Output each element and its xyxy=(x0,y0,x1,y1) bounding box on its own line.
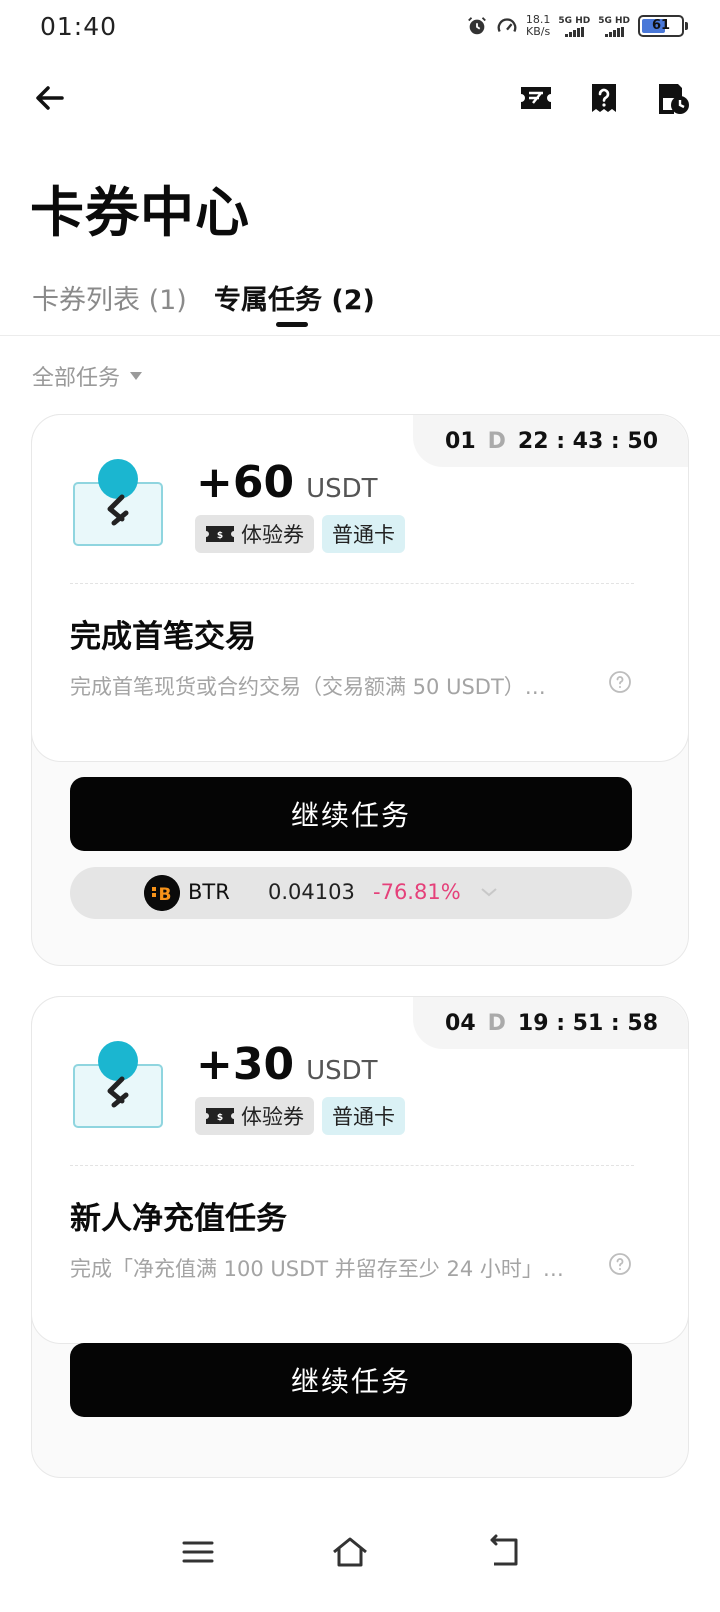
signal-bars-icon xyxy=(604,26,624,37)
tab-bar: 卡券列表 (1) 专属任务 (2) xyxy=(0,270,720,336)
task-description: 完成「净充值满 100 USDT 并留存至少 24 小时」… xyxy=(70,1257,564,1281)
sim2-label: 5G HD xyxy=(598,15,630,26)
page-title: 卡券中心 xyxy=(30,181,250,244)
task-card-body: 04 D 19 : 51 : 58 +30 USDT $ 体验券 普通卡 新人净… xyxy=(31,996,689,1344)
home-icon[interactable] xyxy=(330,1534,370,1570)
signal-bars-icon xyxy=(564,26,584,37)
svg-text:$: $ xyxy=(217,531,223,541)
task-card-body: 01 D 22 : 43 : 50 +60 USDT $ 体验券 普通卡 完成首… xyxy=(31,414,689,762)
task-title: 完成首笔交易 xyxy=(70,619,256,655)
data-saver-icon xyxy=(497,18,517,33)
tag-experience-label: 体验券 xyxy=(241,523,304,547)
countdown-days: 04 xyxy=(445,1010,476,1036)
coupon-card-icon xyxy=(73,459,163,546)
battery-icon: 61 xyxy=(638,15,688,37)
countdown-time: 22 : 43 : 50 xyxy=(517,428,658,454)
svg-text:$: $ xyxy=(217,1113,223,1123)
net-speed: 18.1 KB/s xyxy=(526,14,551,38)
net-speed-unit: KB/s xyxy=(526,25,551,38)
alarm-icon xyxy=(468,17,486,35)
ticket-icon: $ xyxy=(206,1108,234,1124)
ticker-price: 0.04103 xyxy=(268,880,355,904)
sim1-label: 5G HD xyxy=(558,15,591,26)
task-card: 04 D 19 : 51 : 58 +30 USDT $ 体验券 普通卡 新人净… xyxy=(31,996,689,1478)
history-icon[interactable] xyxy=(654,80,690,116)
price-ticker[interactable]: B BTR 0.04103 -76.81% xyxy=(70,867,632,919)
tab-active-indicator xyxy=(276,322,308,327)
divider xyxy=(70,583,634,584)
divider xyxy=(70,1165,634,1166)
tag-card-label: 普通卡 xyxy=(332,1105,395,1129)
tag-card-type: 普通卡 xyxy=(322,1097,405,1135)
battery-tip xyxy=(685,22,688,30)
reward-value: +60 xyxy=(196,457,295,508)
back-icon[interactable] xyxy=(486,1534,526,1570)
tag-experience: $ 体验券 xyxy=(195,1097,314,1135)
reward-amount: +30 USDT xyxy=(196,1039,378,1090)
tab-coupon-list[interactable]: 卡券列表 (1) xyxy=(32,278,187,317)
btr-token-logo-icon: B xyxy=(144,875,180,911)
svg-text:B: B xyxy=(159,885,172,905)
continue-task-button[interactable]: 继续任务 xyxy=(70,777,632,851)
countdown-days: 01 xyxy=(445,428,476,454)
tag-card-label: 普通卡 xyxy=(332,523,395,547)
signal-sim1: 5G HD xyxy=(558,16,590,37)
help-icon[interactable] xyxy=(586,80,622,116)
nav-actions xyxy=(518,80,690,116)
coupon-tags: $ 体验券 普通卡 xyxy=(195,515,405,553)
coupon-card-icon xyxy=(73,1041,163,1128)
question-circle-icon[interactable] xyxy=(608,670,632,694)
battery-level: 61 xyxy=(651,18,671,33)
reward-amount: +60 USDT xyxy=(196,457,378,508)
chevron-down-icon xyxy=(481,888,497,897)
status-icons: 18.1 KB/s 5G HD 5G HD 61 xyxy=(466,14,688,38)
ticker-symbol: BTR xyxy=(188,880,230,904)
signal-sim2: 5G HD xyxy=(598,16,630,37)
countdown-timer: 04 D 19 : 51 : 58 xyxy=(413,997,688,1049)
countdown-timer: 01 D 22 : 43 : 50 xyxy=(413,415,688,467)
top-nav xyxy=(0,70,720,126)
countdown-day-label: D xyxy=(487,1010,506,1036)
ticker-change: -76.81% xyxy=(373,880,461,904)
ticket-icon: $ xyxy=(206,526,234,542)
system-nav-bar xyxy=(0,1500,720,1600)
back-arrow-icon[interactable] xyxy=(30,78,70,118)
coupon-tags: $ 体验券 普通卡 xyxy=(195,1097,405,1135)
continue-task-button[interactable]: 继续任务 xyxy=(70,1343,632,1417)
status-time: 01:40 xyxy=(40,12,118,41)
status-bar: 01:40 18.1 KB/s 5G HD 5G HD 61 xyxy=(0,0,720,56)
task-card: 01 D 22 : 43 : 50 +60 USDT $ 体验券 普通卡 完成首… xyxy=(31,414,689,966)
question-circle-icon[interactable] xyxy=(608,1252,632,1276)
tab-exclusive-tasks[interactable]: 专属任务 (2) xyxy=(214,278,375,317)
countdown-time: 19 : 51 : 58 xyxy=(517,1010,658,1036)
reward-unit: USDT xyxy=(306,474,378,504)
tag-experience: $ 体验券 xyxy=(195,515,314,553)
tag-card-type: 普通卡 xyxy=(322,515,405,553)
task-filter-label: 全部任务 xyxy=(32,366,121,391)
menu-icon[interactable] xyxy=(178,1534,218,1570)
task-description: 完成首笔现货或合约交易（交易额满 50 USDT）… xyxy=(70,675,546,699)
task-filter-dropdown[interactable]: 全部任务 xyxy=(32,360,143,392)
ticket-icon[interactable] xyxy=(518,80,554,116)
tag-experience-label: 体验券 xyxy=(241,1105,304,1129)
reward-unit: USDT xyxy=(306,1056,378,1086)
caret-down-icon xyxy=(130,372,143,380)
countdown-day-label: D xyxy=(487,428,506,454)
task-title: 新人净充值任务 xyxy=(70,1201,287,1237)
reward-value: +30 xyxy=(196,1039,295,1090)
